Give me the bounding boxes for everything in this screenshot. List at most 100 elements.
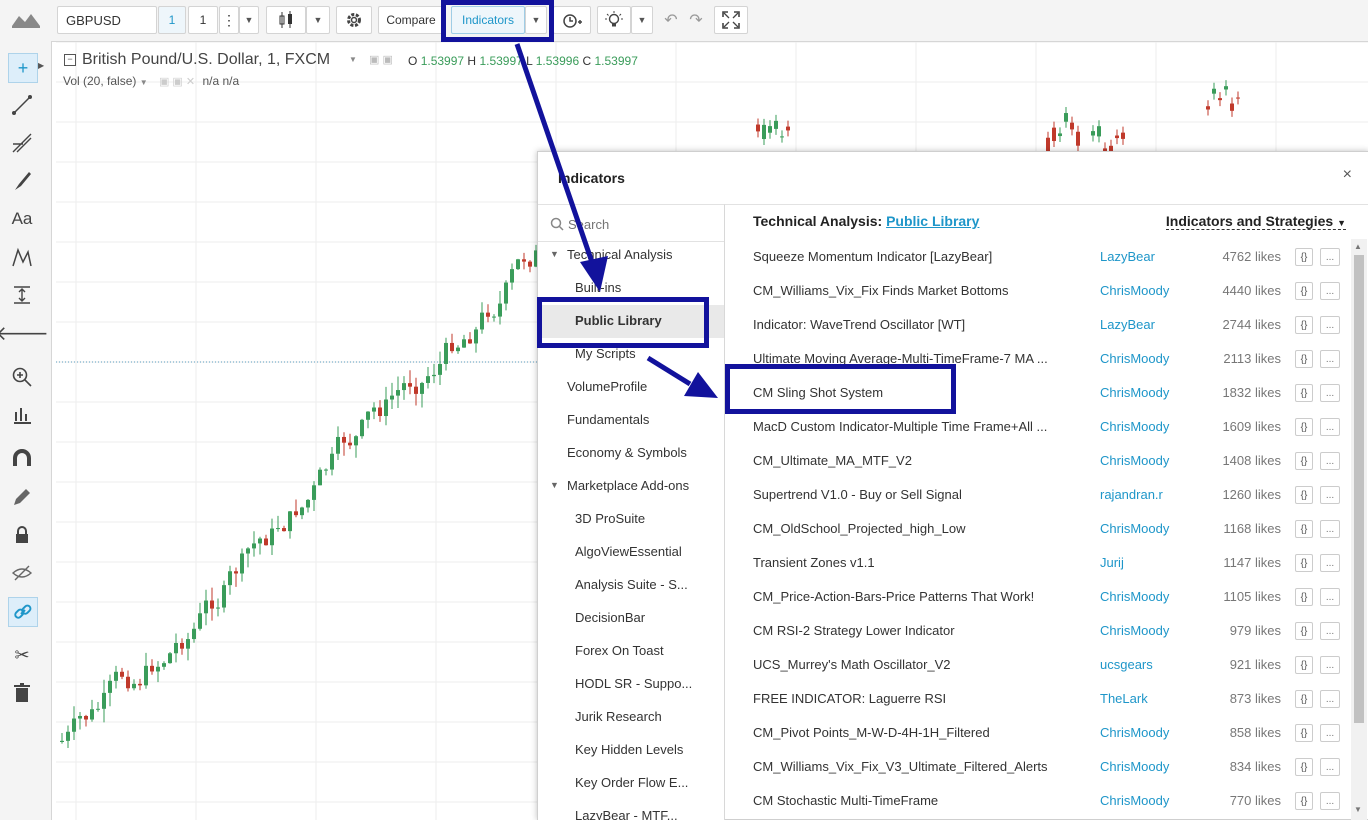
pattern-tool[interactable] [8, 243, 36, 271]
list-scrollbar[interactable]: ▲ ▼ [1351, 239, 1367, 820]
legend-settings-icons[interactable]: ▣ ▣ [369, 53, 393, 66]
sync-drawings-tool[interactable] [8, 597, 38, 627]
source-code-button[interactable]: {} [1295, 622, 1313, 640]
volume-chevron-icon[interactable]: ▼ [140, 78, 148, 87]
category-item[interactable]: Technical Analysis [567, 247, 673, 262]
author-link[interactable]: ChrisMoody [1100, 385, 1169, 400]
chart-style-button[interactable] [266, 6, 306, 34]
category-item[interactable]: AlgoViewEssential [575, 544, 682, 559]
indicator-row[interactable]: UCS_Murrey's Math Oscillator_V2 ucsgears 9… [725, 647, 1351, 681]
category-item[interactable]: Economy & Symbols [567, 445, 687, 460]
indicator-name[interactable]: CM_Ultimate_MA_MTF_V2 [753, 453, 1053, 468]
more-options-button[interactable]: ... [1320, 724, 1340, 742]
legend-chevron-icon[interactable]: ▼ [349, 55, 357, 64]
indicator-name[interactable]: CM_Price-Action-Bars-Price Patterns That… [753, 589, 1053, 604]
indicator-name[interactable]: FREE INDICATOR: Laguerre RSI [753, 691, 1053, 706]
close-icon[interactable]: × [1343, 166, 1352, 184]
zoom-tool[interactable] [8, 363, 36, 391]
source-code-button[interactable]: {} [1295, 520, 1313, 538]
source-code-button[interactable]: {} [1295, 656, 1313, 674]
brush-tool[interactable] [8, 167, 36, 195]
indicator-row[interactable]: CM_OldSchool_Projected_high_Low ChrisMood… [725, 511, 1351, 545]
trendline-tool[interactable] [8, 91, 36, 119]
indicator-row[interactable]: Transient Zones v1.1 Jurij 1147 likes {}... [725, 545, 1351, 579]
more-options-button[interactable]: ... [1320, 418, 1340, 436]
indicator-row[interactable]: CM RSI-2 Strategy Lower Indicator ChrisMo… [725, 613, 1351, 647]
indicator-name[interactable]: CM RSI-2 Strategy Lower Indicator [753, 623, 1053, 638]
source-code-button[interactable]: {} [1295, 554, 1313, 572]
more-options-button[interactable]: ... [1320, 554, 1340, 572]
more-options-button[interactable]: ... [1320, 622, 1340, 640]
remove-drawings-tool[interactable] [8, 679, 36, 707]
source-code-button[interactable]: {} [1295, 350, 1313, 368]
category-item[interactable]: My Scripts [575, 346, 636, 361]
more-options-button[interactable]: ... [1320, 316, 1340, 334]
chart-style-dropdown-button[interactable]: ▼ [306, 6, 330, 34]
text-tool[interactable]: Aa [8, 205, 36, 233]
scroll-up-arrow[interactable]: ▲ [1354, 242, 1362, 251]
category-item[interactable]: VolumeProfile [567, 379, 647, 394]
indicator-row[interactable]: CM_Williams_Vix_Fix_V3_Ultimate_Filtered… [725, 749, 1351, 783]
category-item[interactable]: Analysis Suite - S... [575, 577, 688, 592]
author-link[interactable]: ucsgears [1100, 657, 1153, 672]
measure-bars-tool[interactable] [8, 401, 36, 429]
interval-more-button[interactable]: ⋮ [219, 6, 239, 34]
tools-settings[interactable]: ✂ [8, 641, 36, 669]
indicator-name[interactable]: Squeeze Momentum Indicator [LazyBear] [753, 249, 1053, 264]
author-link[interactable]: ChrisMoody [1100, 419, 1169, 434]
source-code-button[interactable]: {} [1295, 282, 1313, 300]
indicator-name[interactable]: Transient Zones v1.1 [753, 555, 1053, 570]
volume-settings-icons[interactable]: ▣ ▣ ✕ [159, 76, 195, 88]
indicator-name[interactable]: CM Stochastic Multi-TimeFrame [753, 793, 1053, 808]
author-link[interactable]: ChrisMoody [1100, 283, 1169, 298]
more-options-button[interactable]: ... [1320, 384, 1340, 402]
expand-caret-icon[interactable]: ▼ [550, 249, 559, 259]
more-options-button[interactable]: ... [1320, 452, 1340, 470]
category-item[interactable]: Key Order Flow E... [575, 775, 688, 790]
author-link[interactable]: ChrisMoody [1100, 725, 1169, 740]
indicator-row[interactable]: CM_Williams_Vix_Fix Finds Market Bottoms… [725, 273, 1351, 307]
category-item[interactable]: Built-ins [575, 280, 621, 295]
author-link[interactable]: LazyBear [1100, 249, 1155, 264]
indicator-name[interactable]: CM_OldSchool_Projected_high_Low [753, 521, 1053, 536]
indicator-name[interactable]: MacD Custom Indicator-Multiple Time Fram… [753, 419, 1053, 434]
more-options-button[interactable]: ... [1320, 248, 1340, 266]
author-link[interactable]: ChrisMoody [1100, 759, 1169, 774]
crosshair-tool[interactable]: + [8, 53, 38, 83]
author-link[interactable]: ChrisMoody [1100, 351, 1169, 366]
more-options-button[interactable]: ... [1320, 588, 1340, 606]
category-item[interactable]: LazyBear - MTF... [575, 808, 678, 820]
indicator-name[interactable]: UCS_Murrey's Math Oscillator_V2 [753, 657, 1053, 672]
category-item[interactable]: HODL SR - Suppo... [575, 676, 692, 691]
indicator-name[interactable]: CM_Pivot Points_M-W-D-4H-1H_Filtered [753, 725, 1053, 740]
source-code-button[interactable]: {} [1295, 418, 1313, 436]
category-item[interactable]: Fundamentals [567, 412, 649, 427]
back-tool[interactable]: 🡐 [0, 319, 49, 347]
indicator-row[interactable]: MacD Custom Indicator-Multiple Time Fram… [725, 409, 1351, 443]
search-field[interactable] [538, 205, 724, 242]
category-item[interactable]: Jurik Research [575, 709, 662, 724]
more-options-button[interactable]: ... [1320, 758, 1340, 776]
scroll-down-arrow[interactable]: ▼ [1354, 805, 1362, 814]
category-item[interactable]: Marketplace Add-ons [567, 478, 689, 493]
indicator-row[interactable]: CM_Ultimate_MA_MTF_V2 ChrisMoody 1408 like… [725, 443, 1351, 477]
indicator-name[interactable]: Supertrend V1.0 - Buy or Sell Signal [753, 487, 1053, 502]
indicator-row[interactable]: Squeeze Momentum Indicator [LazyBear] Laz… [725, 239, 1351, 273]
source-code-button[interactable]: {} [1295, 486, 1313, 504]
category-item[interactable]: DecisionBar [575, 610, 645, 625]
author-link[interactable]: rajandran.r [1100, 487, 1163, 502]
source-code-button[interactable]: {} [1295, 452, 1313, 470]
more-options-button[interactable]: ... [1320, 350, 1340, 368]
category-item[interactable]: 3D ProSuite [575, 511, 645, 526]
interval-button[interactable]: 1 [188, 6, 218, 34]
author-link[interactable]: LazyBear [1100, 317, 1155, 332]
author-link[interactable]: ChrisMoody [1100, 623, 1169, 638]
ideas-button[interactable] [597, 6, 631, 34]
more-options-button[interactable]: ... [1320, 282, 1340, 300]
author-link[interactable]: ChrisMoody [1100, 521, 1169, 536]
source-code-button[interactable]: {} [1295, 248, 1313, 266]
more-options-button[interactable]: ... [1320, 792, 1340, 810]
stay-drawing-tool[interactable] [8, 483, 36, 511]
scrollbar-thumb[interactable] [1354, 255, 1364, 723]
legend-collapse-icon[interactable]: − [64, 54, 76, 66]
